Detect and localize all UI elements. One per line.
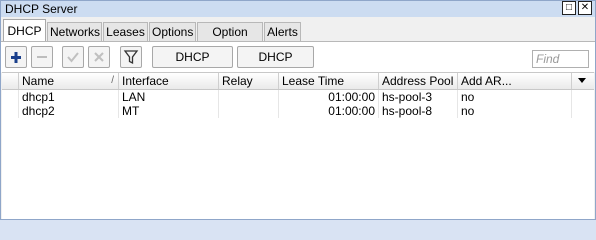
column-header-lease-time[interactable]: Lease Time xyxy=(279,73,379,89)
column-chooser-button[interactable] xyxy=(572,73,594,89)
cell-add-arp: no xyxy=(458,90,572,104)
cell-add-arp: no xyxy=(458,104,572,118)
cell-name: dhcp2 xyxy=(19,104,119,118)
filter-icon xyxy=(123,50,139,65)
cell-address-pool: hs-pool-3 xyxy=(379,90,458,104)
add-button[interactable] xyxy=(5,46,27,68)
filter-button[interactable] xyxy=(120,46,142,68)
cell-name: dhcp1 xyxy=(19,90,119,104)
toolbar: DHCP Config DHCP Setup xyxy=(1,42,595,84)
tab-bar: DHCP Networks Leases Options Option Sets… xyxy=(1,17,595,57)
table-row[interactable]: dhcp1 LAN 01:00:00 hs-pool-3 no xyxy=(2,90,594,104)
dhcp-server-window: DHCP Server □ ✕ DHCP Networks Leases Opt… xyxy=(0,0,596,220)
column-header-name[interactable]: Name / xyxy=(19,73,119,89)
column-header-add-arp[interactable]: Add AR... xyxy=(458,73,572,89)
chevron-down-icon xyxy=(578,78,586,83)
disable-x-icon xyxy=(94,52,104,62)
remove-icon xyxy=(37,56,47,58)
tab-option-sets[interactable]: Option Sets xyxy=(197,22,263,57)
column-header-name-label: Name xyxy=(22,74,55,88)
restore-button[interactable]: □ xyxy=(562,1,576,15)
cell-relay xyxy=(219,90,279,104)
column-header-address-pool[interactable]: Address Pool xyxy=(379,73,458,89)
servers-table: Name / Interface Relay Lease Time Addres… xyxy=(2,72,594,219)
close-button[interactable]: ✕ xyxy=(578,1,592,15)
row-marker xyxy=(2,90,19,104)
tab-options[interactable]: Options xyxy=(149,22,196,41)
column-header-interface[interactable]: Interface xyxy=(119,73,219,89)
row-marker xyxy=(2,104,19,118)
sort-indicator: / xyxy=(111,75,114,86)
enable-button[interactable] xyxy=(62,46,84,68)
tab-alerts[interactable]: Alerts xyxy=(264,22,301,41)
cell-lease-time: 01:00:00 xyxy=(279,90,379,104)
cell-interface: LAN xyxy=(119,90,219,104)
table-header: Name / Interface Relay Lease Time Addres… xyxy=(2,73,594,90)
cell-interface: MT xyxy=(119,104,219,118)
add-icon xyxy=(11,52,21,63)
window-titlebar[interactable]: DHCP Server □ ✕ xyxy=(1,1,595,17)
enable-check-icon xyxy=(67,52,79,63)
remove-button[interactable] xyxy=(31,46,53,68)
cell-lease-time: 01:00:00 xyxy=(279,104,379,118)
tab-leases[interactable]: Leases xyxy=(103,22,148,41)
disable-button[interactable] xyxy=(88,46,110,68)
find-box[interactable] xyxy=(532,50,590,68)
find-input[interactable] xyxy=(534,52,590,66)
dhcp-config-button[interactable]: DHCP Config xyxy=(152,46,233,84)
cell-relay xyxy=(219,104,279,118)
tab-networks[interactable]: Networks xyxy=(47,22,102,41)
cell-address-pool: hs-pool-8 xyxy=(379,104,458,118)
header-marker-column xyxy=(2,73,19,89)
table-row[interactable]: dhcp2 MT 01:00:00 hs-pool-8 no xyxy=(2,104,594,118)
dhcp-setup-button[interactable]: DHCP Setup xyxy=(237,46,314,84)
column-header-relay[interactable]: Relay xyxy=(219,73,279,89)
tab-dhcp[interactable]: DHCP xyxy=(3,19,46,42)
window-title: DHCP Server xyxy=(5,2,78,16)
